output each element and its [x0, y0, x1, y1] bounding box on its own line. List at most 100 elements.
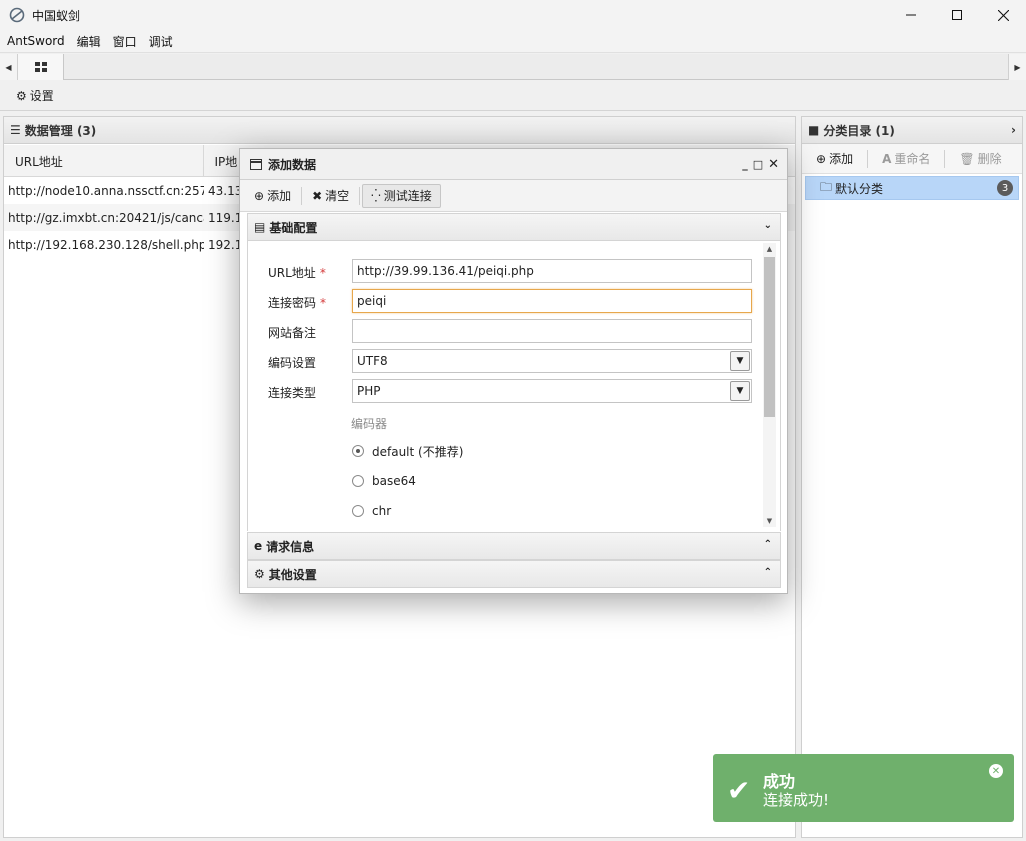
caret-right-icon: ▶ [1014, 62, 1021, 72]
plus-circle-icon: ⊕ [254, 188, 265, 203]
encoding-label: 编码设置 [268, 356, 317, 370]
window-icon [250, 158, 262, 170]
encoder-option-chr[interactable]: chr [352, 501, 391, 521]
chevron-down-icon: ▼ [730, 381, 750, 401]
add-data-dialog: 添加数据 _ □ ✕ ⊕ 添加 ✖ 清空 ⁛ 测试连接 ▤ 基础配置 ⌄ URL… [239, 148, 788, 594]
encoder-label: 编码器 [351, 417, 388, 431]
cogs-icon: ⚙ [254, 567, 265, 581]
delete-category-button[interactable]: 🗑 删除 [959, 150, 1001, 167]
encoding-value: UTF8 [357, 354, 388, 368]
window-title: 中国蚁剑 [32, 8, 81, 23]
encoder-option-label: base64 [372, 474, 416, 488]
cell-url: http://192.168.230.128/shell.php [8, 237, 204, 252]
title-bar: 中国蚁剑 [0, 0, 1026, 30]
edge-icon: e [254, 539, 263, 553]
request-info-title: 请求信息 [266, 539, 315, 554]
password-label: 连接密码 * [268, 296, 327, 310]
main-toolbar: ⚙ 设置 [0, 81, 1026, 111]
menu-antsword[interactable]: AntSword [0, 34, 71, 48]
spinner-icon: ⁛ [371, 188, 381, 203]
type-select[interactable]: PHP ▼ [352, 379, 752, 403]
grid-icon [34, 62, 47, 72]
basic-config-title: 基础配置 [269, 220, 318, 235]
dialog-close-button[interactable]: ✕ [768, 157, 779, 172]
note-label: 网站备注 [268, 326, 317, 340]
basic-config-body: URL地址 * http://39.99.136.41/peiqi.php 连接密… [247, 241, 781, 531]
maximize-icon [952, 10, 962, 20]
url-input[interactable]: http://39.99.136.41/peiqi.php [352, 259, 752, 283]
category-item-default[interactable]: 🗀 默认分类 3 [805, 176, 1019, 200]
minimize-icon [906, 14, 916, 16]
tab-scroll-right-button[interactable]: ▶ [1008, 54, 1026, 80]
folder-icon: ■ [808, 123, 820, 137]
folder-outline-icon: 🗀 [820, 179, 833, 194]
chevron-down-icon: ▼ [730, 351, 750, 371]
gear-icon: ⚙ [16, 88, 27, 103]
category-panel: ■ 分类目录 (1) › ⊕ 添加 A 重命名 🗑 删除 🗀 默认分类 3 [801, 116, 1023, 838]
settings-button[interactable]: ⚙ 设置 [16, 87, 54, 104]
dialog-toolbar: ⊕ 添加 ✖ 清空 ⁛ 测试连接 [240, 180, 787, 212]
toolbar-divider [359, 186, 361, 205]
tab-home[interactable] [18, 54, 64, 80]
note-input[interactable] [352, 319, 752, 343]
column-header-url[interactable]: URL地址 [4, 145, 204, 177]
cell-url: http://node10.anna.nssctf.cn:2570 [8, 183, 204, 198]
password-row: 连接密码 * peiqi [248, 289, 768, 315]
close-button[interactable] [980, 0, 1026, 30]
encoder-option-label: default (不推荐) [372, 444, 464, 459]
file-icon: ▤ [254, 220, 266, 234]
menu-bar: AntSword 编辑 窗口 调试 [0, 30, 1026, 53]
test-connection-label: 测试连接 [383, 189, 432, 203]
add-category-button[interactable]: ⊕ 添加 [816, 150, 853, 167]
encoding-select[interactable]: UTF8 ▼ [352, 349, 752, 373]
toast-close-button[interactable]: ✕ [989, 764, 1003, 778]
chevron-up-icon: ⌃ [763, 567, 772, 578]
note-row: 网站备注 [248, 319, 768, 345]
scrollbar-thumb[interactable] [764, 257, 775, 417]
add-button[interactable]: ⊕ 添加 [246, 184, 299, 208]
collapse-panel-button[interactable]: › [1011, 123, 1016, 137]
test-connection-button[interactable]: ⁛ 测试连接 [362, 183, 441, 208]
tab-scroll-left-button[interactable]: ◀ [0, 54, 18, 80]
dialog-title: 添加数据 [268, 157, 317, 172]
category-panel-title: 分类目录 (1) [823, 123, 895, 138]
url-row: URL地址 * http://39.99.136.41/peiqi.php [248, 259, 768, 285]
encoder-option-default[interactable]: default (不推荐) [352, 441, 463, 461]
dialog-maximize-button[interactable]: □ [753, 158, 763, 171]
settings-label: 设置 [29, 89, 54, 103]
font-icon: A [882, 151, 892, 166]
add-label: 添加 [267, 189, 292, 203]
encoding-row: 编码设置 UTF8 ▼ [248, 349, 768, 375]
encoder-option-base64[interactable]: base64 [352, 471, 416, 491]
menu-edit[interactable]: 编辑 [71, 33, 107, 50]
maximize-button[interactable] [934, 0, 980, 30]
encoder-option-label: chr [372, 504, 392, 518]
radio-icon [352, 475, 364, 487]
dialog-title-bar[interactable]: 添加数据 _ □ ✕ [240, 149, 787, 180]
toolbar-divider [867, 149, 869, 168]
menu-window[interactable]: 窗口 [107, 33, 143, 50]
other-settings-section-header[interactable]: ⚙ 其他设置 ⌃ [247, 560, 781, 588]
chevron-down-icon: ⌄ [763, 220, 772, 231]
rename-category-label: 重命名 [894, 152, 931, 166]
category-item-label: 默认分类 [835, 181, 884, 196]
radio-icon [352, 505, 364, 517]
password-input[interactable]: peiqi [352, 289, 752, 313]
toast-message: 连接成功! [763, 791, 830, 809]
chevron-up-icon: ⌃ [763, 539, 772, 550]
toolbar-divider [944, 149, 946, 168]
menu-debug[interactable]: 调试 [143, 33, 179, 50]
dialog-minimize-button[interactable]: _ [742, 158, 748, 171]
form-scrollbar[interactable]: ▲ ▼ [763, 243, 776, 527]
type-label: 连接类型 [268, 386, 317, 400]
other-settings-title: 其他设置 [268, 567, 317, 582]
minimize-button[interactable] [888, 0, 934, 30]
basic-config-section-header[interactable]: ▤ 基础配置 ⌄ [247, 213, 781, 241]
trash-icon: 🗑 [959, 151, 975, 166]
caret-left-icon: ◀ [5, 62, 12, 72]
add-category-label: 添加 [829, 152, 854, 166]
rename-category-button[interactable]: A 重命名 [882, 150, 930, 167]
request-info-section-header[interactable]: e 请求信息 ⌃ [247, 532, 781, 560]
clear-button[interactable]: ✖ 清空 [304, 184, 357, 208]
antsword-logo-icon [9, 7, 25, 23]
